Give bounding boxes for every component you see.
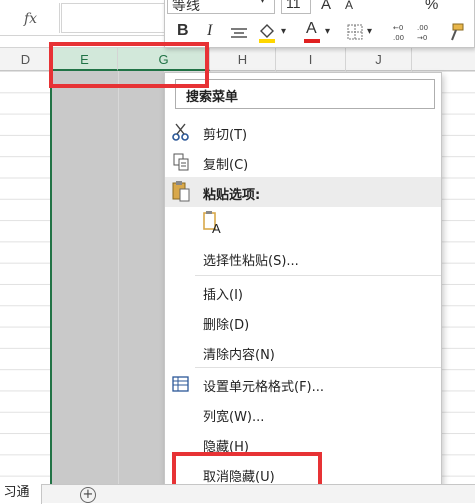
font-name-select[interactable]: 等线 ▾ <box>167 0 275 14</box>
menu-item-cut[interactable]: 剪切(T) <box>165 117 441 147</box>
percent-button[interactable]: % <box>425 0 438 13</box>
increase-font-button[interactable]: A <box>321 0 331 13</box>
menu-item-label: 剪切(T) <box>203 128 248 143</box>
menu-item-copy[interactable]: 复制(C) <box>165 147 441 177</box>
menu-item-column-width[interactable]: 列宽(W)... <box>165 399 441 429</box>
highlight-box-columns <box>49 42 209 88</box>
align-center-icon[interactable] <box>231 26 247 40</box>
svg-text:←0: ←0 <box>393 24 403 32</box>
search-menu-input[interactable]: 搜索菜单 <box>175 79 435 109</box>
menu-item-label: 插入(I) <box>203 288 243 303</box>
menu-item-label: 粘贴选项: <box>203 188 261 203</box>
menu-item-clear-contents[interactable]: 清除内容(N) <box>165 337 441 367</box>
insert-function-box[interactable]: fx <box>0 3 60 33</box>
column-header-blank[interactable] <box>412 48 475 71</box>
search-menu-label: 搜索菜单 <box>186 90 239 105</box>
column-header-H[interactable]: H <box>210 48 276 71</box>
menu-item-label: 设置单元格格式(F)... <box>203 380 325 395</box>
font-color-button[interactable]: A <box>303 20 321 44</box>
font-color-glyph: A <box>306 20 317 37</box>
font-color-swatch <box>304 39 320 43</box>
paste-icon <box>171 180 191 202</box>
menu-item-format-cells[interactable]: 设置单元格格式(F)... <box>165 369 441 399</box>
column-header-I[interactable]: I <box>276 48 346 71</box>
menu-item-label: 删除(D) <box>203 318 250 333</box>
chevron-down-icon[interactable]: ▾ <box>260 0 265 6</box>
formula-input[interactable] <box>61 3 166 33</box>
menu-separator <box>195 367 441 368</box>
bold-button[interactable]: B <box>177 22 189 40</box>
sheet-tab-bar: 习通 + <box>0 484 475 504</box>
decrease-decimal-icon[interactable]: .00 →0 <box>417 22 435 42</box>
scissors-icon <box>171 122 191 142</box>
font-color-dropdown-icon[interactable]: ▾ <box>325 26 330 37</box>
menu-separator <box>195 275 441 276</box>
italic-button[interactable]: I <box>207 22 212 40</box>
selection-border <box>50 71 52 484</box>
column-header-D[interactable]: D <box>0 48 52 71</box>
sheet-tab-active[interactable]: 习通 <box>0 484 42 504</box>
format-cells-icon <box>171 374 191 394</box>
decrease-font-button[interactable]: A <box>345 0 353 12</box>
copy-icon <box>171 152 191 172</box>
paste-glyph: A <box>212 221 221 236</box>
menu-item-label: 复制(C) <box>203 158 249 173</box>
add-sheet-icon[interactable]: + <box>80 487 96 503</box>
svg-text:.00: .00 <box>393 34 404 42</box>
borders-icon[interactable] <box>347 24 363 40</box>
font-size-value: 11 <box>286 0 301 11</box>
format-painter-icon[interactable] <box>447 22 467 42</box>
menu-item-delete[interactable]: 删除(D) <box>165 307 441 337</box>
selected-columns[interactable] <box>52 71 164 484</box>
menu-item-label: 清除内容(N) <box>203 348 275 363</box>
fx-icon[interactable]: fx <box>24 11 37 27</box>
paste-values-button[interactable]: A <box>203 211 225 237</box>
column-divider <box>118 71 119 484</box>
menu-item-label: 列宽(W)... <box>203 410 265 425</box>
borders-dropdown-icon[interactable]: ▾ <box>367 26 372 37</box>
increase-decimal-icon[interactable]: ←0.00 <box>393 22 411 42</box>
font-name-value: 等线 <box>172 0 200 13</box>
mini-toolbar: 等线 ▾ 11 A A % B I ▾ A ▾ ▾ ←0.00 .00 →0 <box>164 0 475 48</box>
menu-item-insert[interactable]: 插入(I) <box>165 277 441 307</box>
fill-color-dropdown-icon[interactable]: ▾ <box>281 26 286 37</box>
font-size-select[interactable]: 11 <box>281 0 311 14</box>
menu-item-label: 选择性粘贴(S)... <box>203 254 299 269</box>
svg-text:→0: →0 <box>417 34 427 42</box>
menu-item-paste-special[interactable]: 选择性粘贴(S)... <box>165 243 441 273</box>
svg-text:.00: .00 <box>417 24 428 32</box>
menu-item-paste-options: 粘贴选项: <box>165 177 441 207</box>
context-menu: 搜索菜单 剪切(T) 复制(C) 粘贴选项: A 选择性粘贴(S)... 插入(… <box>164 72 442 490</box>
fill-color-icon[interactable] <box>257 22 277 44</box>
column-header-J[interactable]: J <box>346 48 412 71</box>
